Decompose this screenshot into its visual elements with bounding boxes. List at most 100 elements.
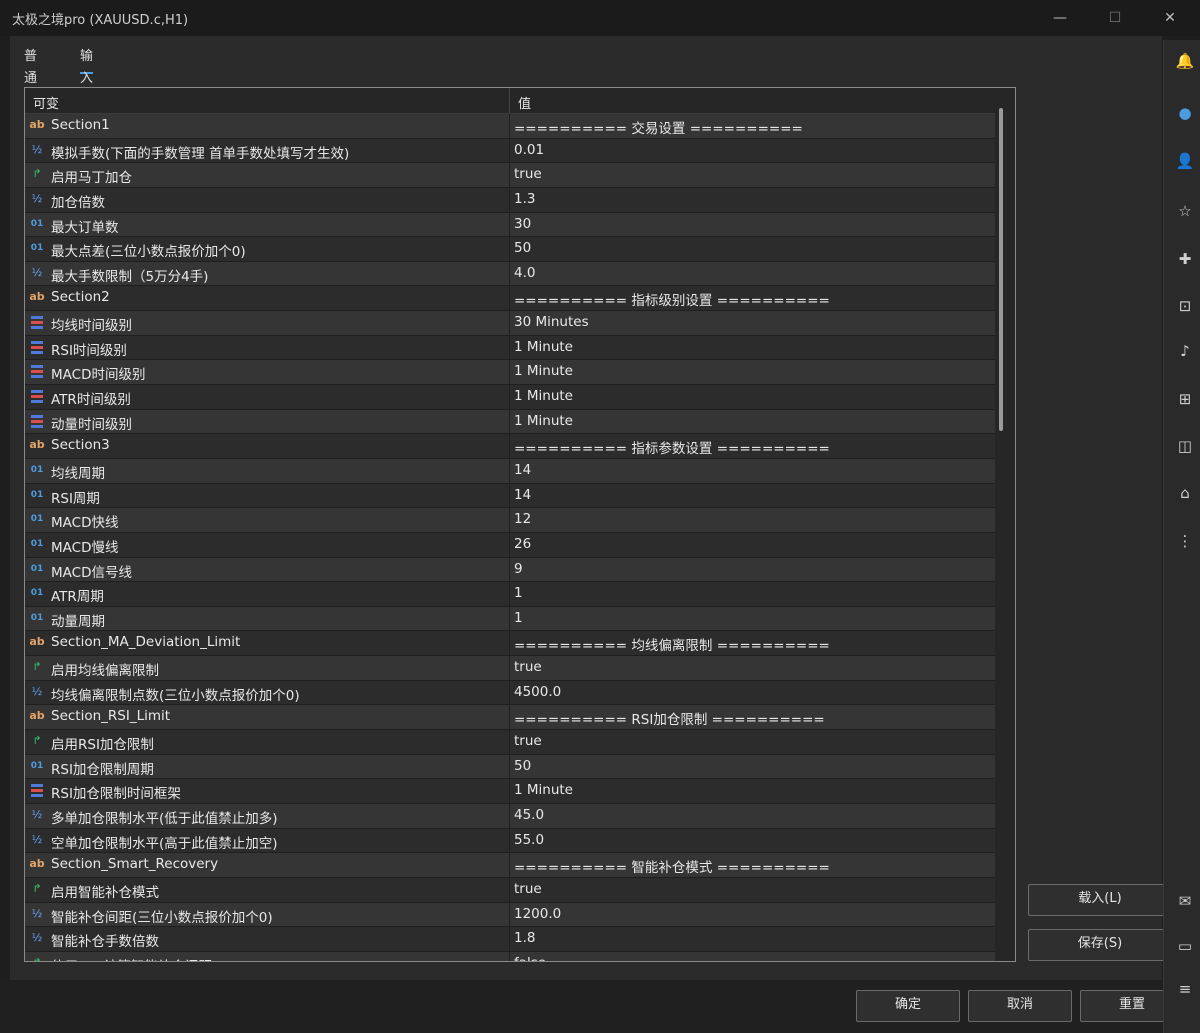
param-value[interactable]: ========== 指标级别设置 ========== bbox=[514, 289, 830, 309]
param-value[interactable]: 1 bbox=[514, 585, 523, 601]
table-row[interactable]: 01 ATR周期 1 bbox=[25, 582, 995, 607]
table-row[interactable]: 01 RSI周期 14 bbox=[25, 483, 995, 509]
table-row[interactable]: MACD时间级别 1 Minute bbox=[25, 360, 995, 386]
table-row[interactable]: ab Section1 ========== 交易设置 ========== bbox=[25, 114, 995, 139]
param-value[interactable]: 9 bbox=[514, 561, 523, 577]
enum-type-icon bbox=[28, 339, 46, 355]
param-value[interactable]: 1 Minute bbox=[514, 413, 573, 429]
table-row[interactable]: ½ 最大手数限制（5万分4手) 4.0 bbox=[25, 261, 995, 287]
table-row[interactable]: ↱ 启用智能补仓模式 true bbox=[25, 877, 995, 903]
param-value[interactable]: true bbox=[514, 881, 542, 897]
param-value[interactable]: 1.3 bbox=[514, 191, 535, 207]
table-row[interactable]: ½ 加仓倍数 1.3 bbox=[25, 187, 995, 213]
column-divider[interactable] bbox=[509, 88, 510, 113]
column-header-variable[interactable]: 可变 bbox=[33, 93, 59, 112]
cancel-button[interactable]: 取消 bbox=[968, 990, 1072, 1022]
table-row[interactable]: 01 RSI加仓限制周期 50 bbox=[25, 754, 995, 780]
table-row[interactable]: 01 最大订单数 30 bbox=[25, 212, 995, 238]
param-value[interactable]: true bbox=[514, 166, 542, 182]
param-value[interactable]: ========== 交易设置 ========== bbox=[514, 117, 803, 137]
param-value[interactable]: 30 bbox=[514, 216, 531, 232]
puzzle-icon[interactable]: ⊡ bbox=[1174, 295, 1196, 317]
monitor-icon[interactable]: ▭ bbox=[1174, 935, 1196, 957]
table-row[interactable]: ab Section_Smart_Recovery ========== 智能补仓模… bbox=[25, 853, 995, 878]
grid-dots-icon[interactable]: ⋮ bbox=[1174, 530, 1196, 552]
param-value[interactable]: 4.0 bbox=[514, 265, 535, 281]
plus-box-icon[interactable]: ⊞ bbox=[1174, 388, 1196, 410]
maximize-icon[interactable]: ☐ bbox=[1105, 8, 1125, 28]
param-value[interactable]: 4500.0 bbox=[514, 684, 561, 700]
table-row[interactable]: RSI时间级别 1 Minute bbox=[25, 335, 995, 361]
param-value[interactable]: true bbox=[514, 659, 542, 675]
param-value[interactable]: 1 Minute bbox=[514, 782, 573, 798]
table-row[interactable]: ab Section_MA_Deviation_Limit ========== 均… bbox=[25, 631, 995, 657]
param-value[interactable]: 1 Minute bbox=[514, 339, 573, 355]
table-row[interactable]: 均线时间级别 30 Minutes bbox=[25, 311, 995, 336]
table-row[interactable]: ab Section2 ========== 指标级别设置 ========== bbox=[25, 286, 995, 312]
table-row[interactable]: ↱ 使用ATR计算智能补仓间距 false bbox=[25, 951, 995, 961]
tab-inputs[interactable]: 输入 bbox=[80, 46, 94, 86]
table-row[interactable]: 01 MACD快线 12 bbox=[25, 508, 995, 533]
table-row[interactable]: ½ 智能补仓手数倍数 1.8 bbox=[25, 927, 995, 952]
param-value[interactable]: 0.01 bbox=[514, 142, 544, 158]
param-value[interactable]: ========== 指标参数设置 ========== bbox=[514, 437, 830, 457]
menu-icon[interactable]: ≡ bbox=[1174, 978, 1196, 1000]
param-value[interactable]: false bbox=[514, 955, 546, 961]
table-row[interactable]: ½ 模拟手数(下面的手数管理 首单手数处填写才生效) 0.01 bbox=[25, 138, 995, 164]
param-value[interactable]: ========== 均线偏离限制 ========== bbox=[514, 634, 830, 654]
param-value[interactable]: 1.8 bbox=[514, 930, 535, 946]
column-header-value[interactable]: 值 bbox=[518, 93, 531, 112]
param-value[interactable]: 50 bbox=[514, 758, 531, 774]
table-row[interactable]: ATR时间级别 1 Minute bbox=[25, 385, 995, 410]
param-value[interactable]: 1200.0 bbox=[514, 906, 561, 922]
table-row[interactable]: ½ 空单加仓限制水平(高于此值禁止加空) 55.0 bbox=[25, 828, 995, 854]
param-value[interactable]: 14 bbox=[514, 462, 531, 478]
table-row[interactable]: ↱ 启用马丁加仓 true bbox=[25, 163, 995, 188]
table-row[interactable]: 01 动量周期 1 bbox=[25, 606, 995, 632]
param-value[interactable]: 55.0 bbox=[514, 832, 544, 848]
param-value[interactable]: 1 Minute bbox=[514, 388, 573, 404]
gamepad-icon[interactable]: ◫ bbox=[1174, 435, 1196, 457]
param-value[interactable]: true bbox=[514, 733, 542, 749]
shop-icon[interactable]: ⌂ bbox=[1174, 482, 1196, 504]
param-value[interactable]: ========== RSI加仓限制 ========== bbox=[514, 708, 825, 728]
param-value[interactable]: 45.0 bbox=[514, 807, 544, 823]
table-row[interactable]: ½ 智能补仓间距(三位小数点报价加个0) 1200.0 bbox=[25, 902, 995, 928]
table-row[interactable]: 01 MACD信号线 9 bbox=[25, 557, 995, 583]
param-value[interactable]: 26 bbox=[514, 536, 531, 552]
table-row[interactable]: ↱ 启用RSI加仓限制 true bbox=[25, 730, 995, 755]
save-button[interactable]: 保存(S) bbox=[1028, 929, 1172, 961]
star-icon[interactable]: ☆ bbox=[1174, 200, 1196, 222]
table-row[interactable]: ab Section3 ========== 指标参数设置 ========== bbox=[25, 434, 995, 459]
close-icon[interactable]: ✕ bbox=[1160, 8, 1180, 28]
dot-icon[interactable]: ● bbox=[1174, 102, 1196, 124]
param-value[interactable]: 1 Minute bbox=[514, 363, 573, 379]
table-row[interactable]: 01 最大点差(三位小数点报价加个0) 50 bbox=[25, 237, 995, 262]
mail-icon[interactable]: ✉ bbox=[1174, 890, 1196, 912]
cell-divider bbox=[509, 853, 510, 877]
table-row[interactable]: RSI加仓限制时间框架 1 Minute bbox=[25, 779, 995, 804]
table-row[interactable]: 动量时间级别 1 Minute bbox=[25, 409, 995, 435]
table-row[interactable]: ↱ 启用均线偏离限制 true bbox=[25, 656, 995, 681]
ok-button[interactable]: 确定 bbox=[856, 990, 960, 1022]
param-value[interactable]: 12 bbox=[514, 511, 531, 527]
table-row[interactable]: ab Section_RSI_Limit ========== RSI加仓限制 ==… bbox=[25, 705, 995, 731]
param-value[interactable]: 14 bbox=[514, 487, 531, 503]
cross-icon[interactable]: ✚ bbox=[1174, 248, 1196, 270]
user-icon[interactable]: 👤 bbox=[1174, 150, 1196, 172]
minimize-icon[interactable]: — bbox=[1050, 8, 1070, 28]
param-value[interactable]: ========== 智能补仓模式 ========== bbox=[514, 856, 830, 876]
param-name: Section_Smart_Recovery bbox=[51, 856, 219, 873]
load-button[interactable]: 载入(L) bbox=[1028, 884, 1172, 916]
bell-icon[interactable]: 🔔 bbox=[1174, 50, 1196, 72]
param-value[interactable]: 50 bbox=[514, 240, 531, 256]
music-icon[interactable]: ♪ bbox=[1174, 340, 1196, 362]
table-row[interactable]: 01 均线周期 14 bbox=[25, 458, 995, 484]
tab-common[interactable]: 普通 bbox=[24, 46, 37, 86]
table-row[interactable]: 01 MACD慢线 26 bbox=[25, 532, 995, 558]
table-row[interactable]: ½ 多单加仓限制水平(低于此值禁止加多) 45.0 bbox=[25, 803, 995, 829]
param-value[interactable]: 30 Minutes bbox=[514, 314, 589, 330]
param-value[interactable]: 1 bbox=[514, 610, 523, 626]
table-row[interactable]: ½ 均线偏离限制点数(三位小数点报价加个0) 4500.0 bbox=[25, 680, 995, 706]
vertical-scrollbar[interactable] bbox=[999, 108, 1003, 431]
